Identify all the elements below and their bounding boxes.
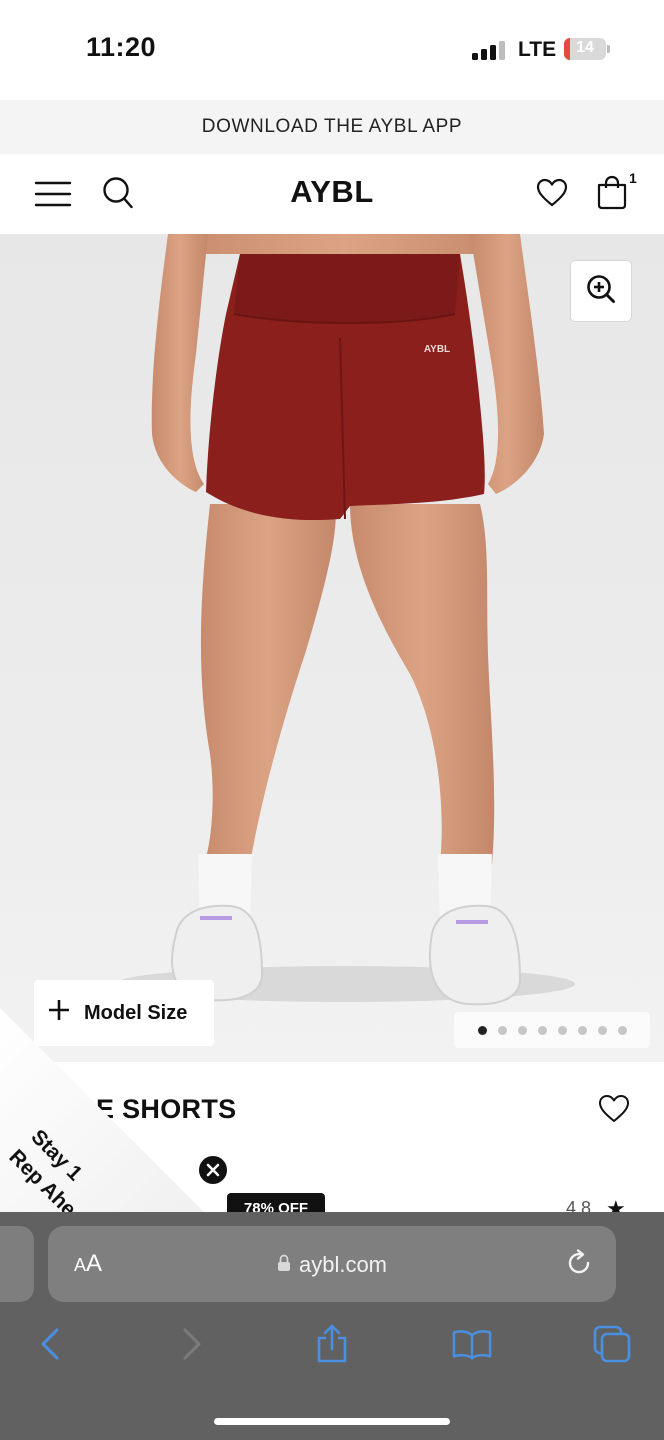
waistband-logo: AYBL (424, 344, 450, 355)
add-to-wishlist-icon[interactable] (598, 1094, 632, 1126)
close-sticker-icon[interactable] (197, 1154, 229, 1186)
product-gallery[interactable]: AYBL Model Size (0, 234, 664, 1062)
gallery-dot[interactable] (477, 1025, 487, 1035)
status-bar: 11:20 LTE 14 (0, 0, 664, 100)
status-time: 11:20 (86, 32, 157, 62)
lock-icon (277, 1252, 291, 1278)
app-download-banner[interactable]: DOWNLOAD THE AYBL APP (0, 100, 664, 154)
promo-sticker[interactable]: Stay 1 Rep Ahead (0, 1008, 210, 1239)
heart-icon[interactable] (534, 176, 570, 210)
site-header: AYBL (0, 154, 664, 234)
zoom-in-icon (586, 274, 616, 309)
gallery-dot[interactable] (497, 1025, 507, 1035)
gallery-pagination (454, 1012, 650, 1048)
zoom-button[interactable] (570, 260, 632, 322)
tabs-icon[interactable] (592, 1324, 632, 1364)
home-indicator[interactable] (214, 1418, 450, 1425)
share-icon[interactable] (312, 1324, 352, 1364)
network-label: LTE (518, 38, 557, 61)
browser-toolbar: AA aybl.com (0, 1212, 664, 1440)
previous-tab-preview[interactable] (0, 1226, 34, 1302)
gallery-dot[interactable] (597, 1025, 607, 1035)
url-domain: aybl.com (298, 1252, 388, 1277)
gallery-dot[interactable] (617, 1025, 627, 1035)
reload-icon[interactable] (564, 1248, 596, 1280)
signal-strength-icon (472, 40, 506, 60)
gallery-dot[interactable] (517, 1025, 527, 1035)
product-model-image: AYBL (115, 234, 575, 1006)
back-icon[interactable] (30, 1324, 70, 1364)
gallery-dot[interactable] (557, 1025, 567, 1035)
forward-icon[interactable] (172, 1324, 212, 1364)
cart-count-badge: 1 (629, 170, 637, 186)
battery-icon: 14 (564, 38, 610, 60)
gallery-dot[interactable] (537, 1025, 547, 1035)
gallery-dot[interactable] (577, 1025, 587, 1035)
bookmarks-icon[interactable] (452, 1324, 492, 1364)
address-bar[interactable]: AA aybl.com (48, 1226, 616, 1302)
battery-level: 14 (576, 39, 594, 56)
bag-icon[interactable] (594, 172, 630, 212)
